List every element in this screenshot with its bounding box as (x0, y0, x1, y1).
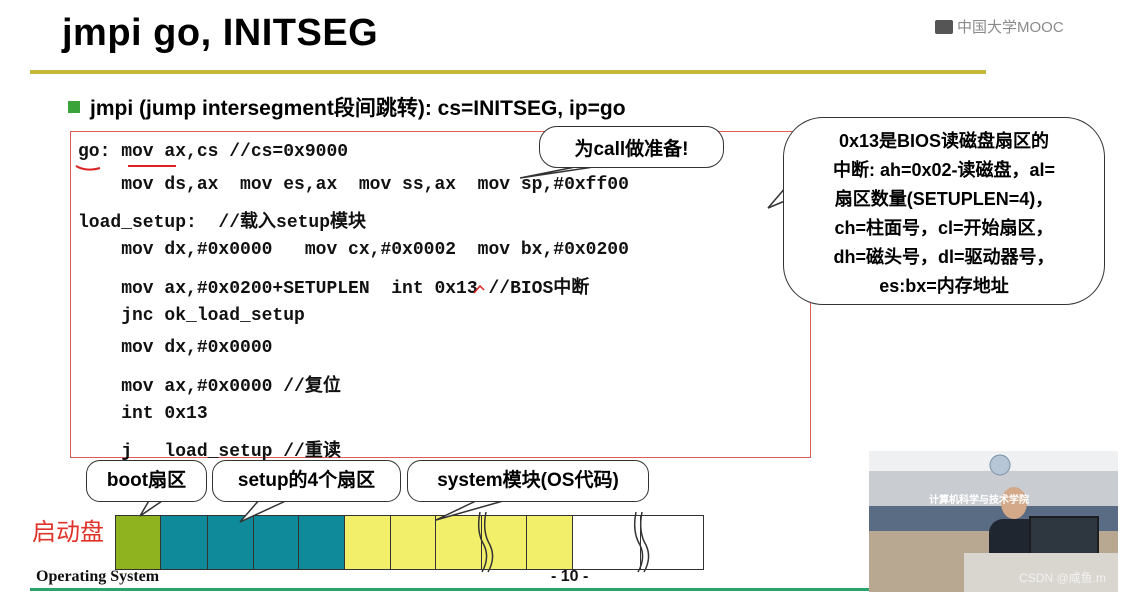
boot-sector-label: boot扇区 (86, 460, 207, 502)
lecturer-video: 计算机科学与技术学院 CSDN @咸鱼.m (869, 451, 1118, 592)
footer-divider (30, 588, 990, 591)
csdn-watermark: CSDN @咸鱼.m (1019, 571, 1106, 585)
page-number: - 10 - (551, 568, 589, 585)
footer-course-name: Operating System (36, 568, 160, 585)
system-module-label: system模块(OS代码) (407, 460, 649, 502)
setup-sector-label: setup的4个扇区 (212, 460, 401, 502)
video-banner-text: 计算机科学与技术学院 (929, 495, 1029, 506)
